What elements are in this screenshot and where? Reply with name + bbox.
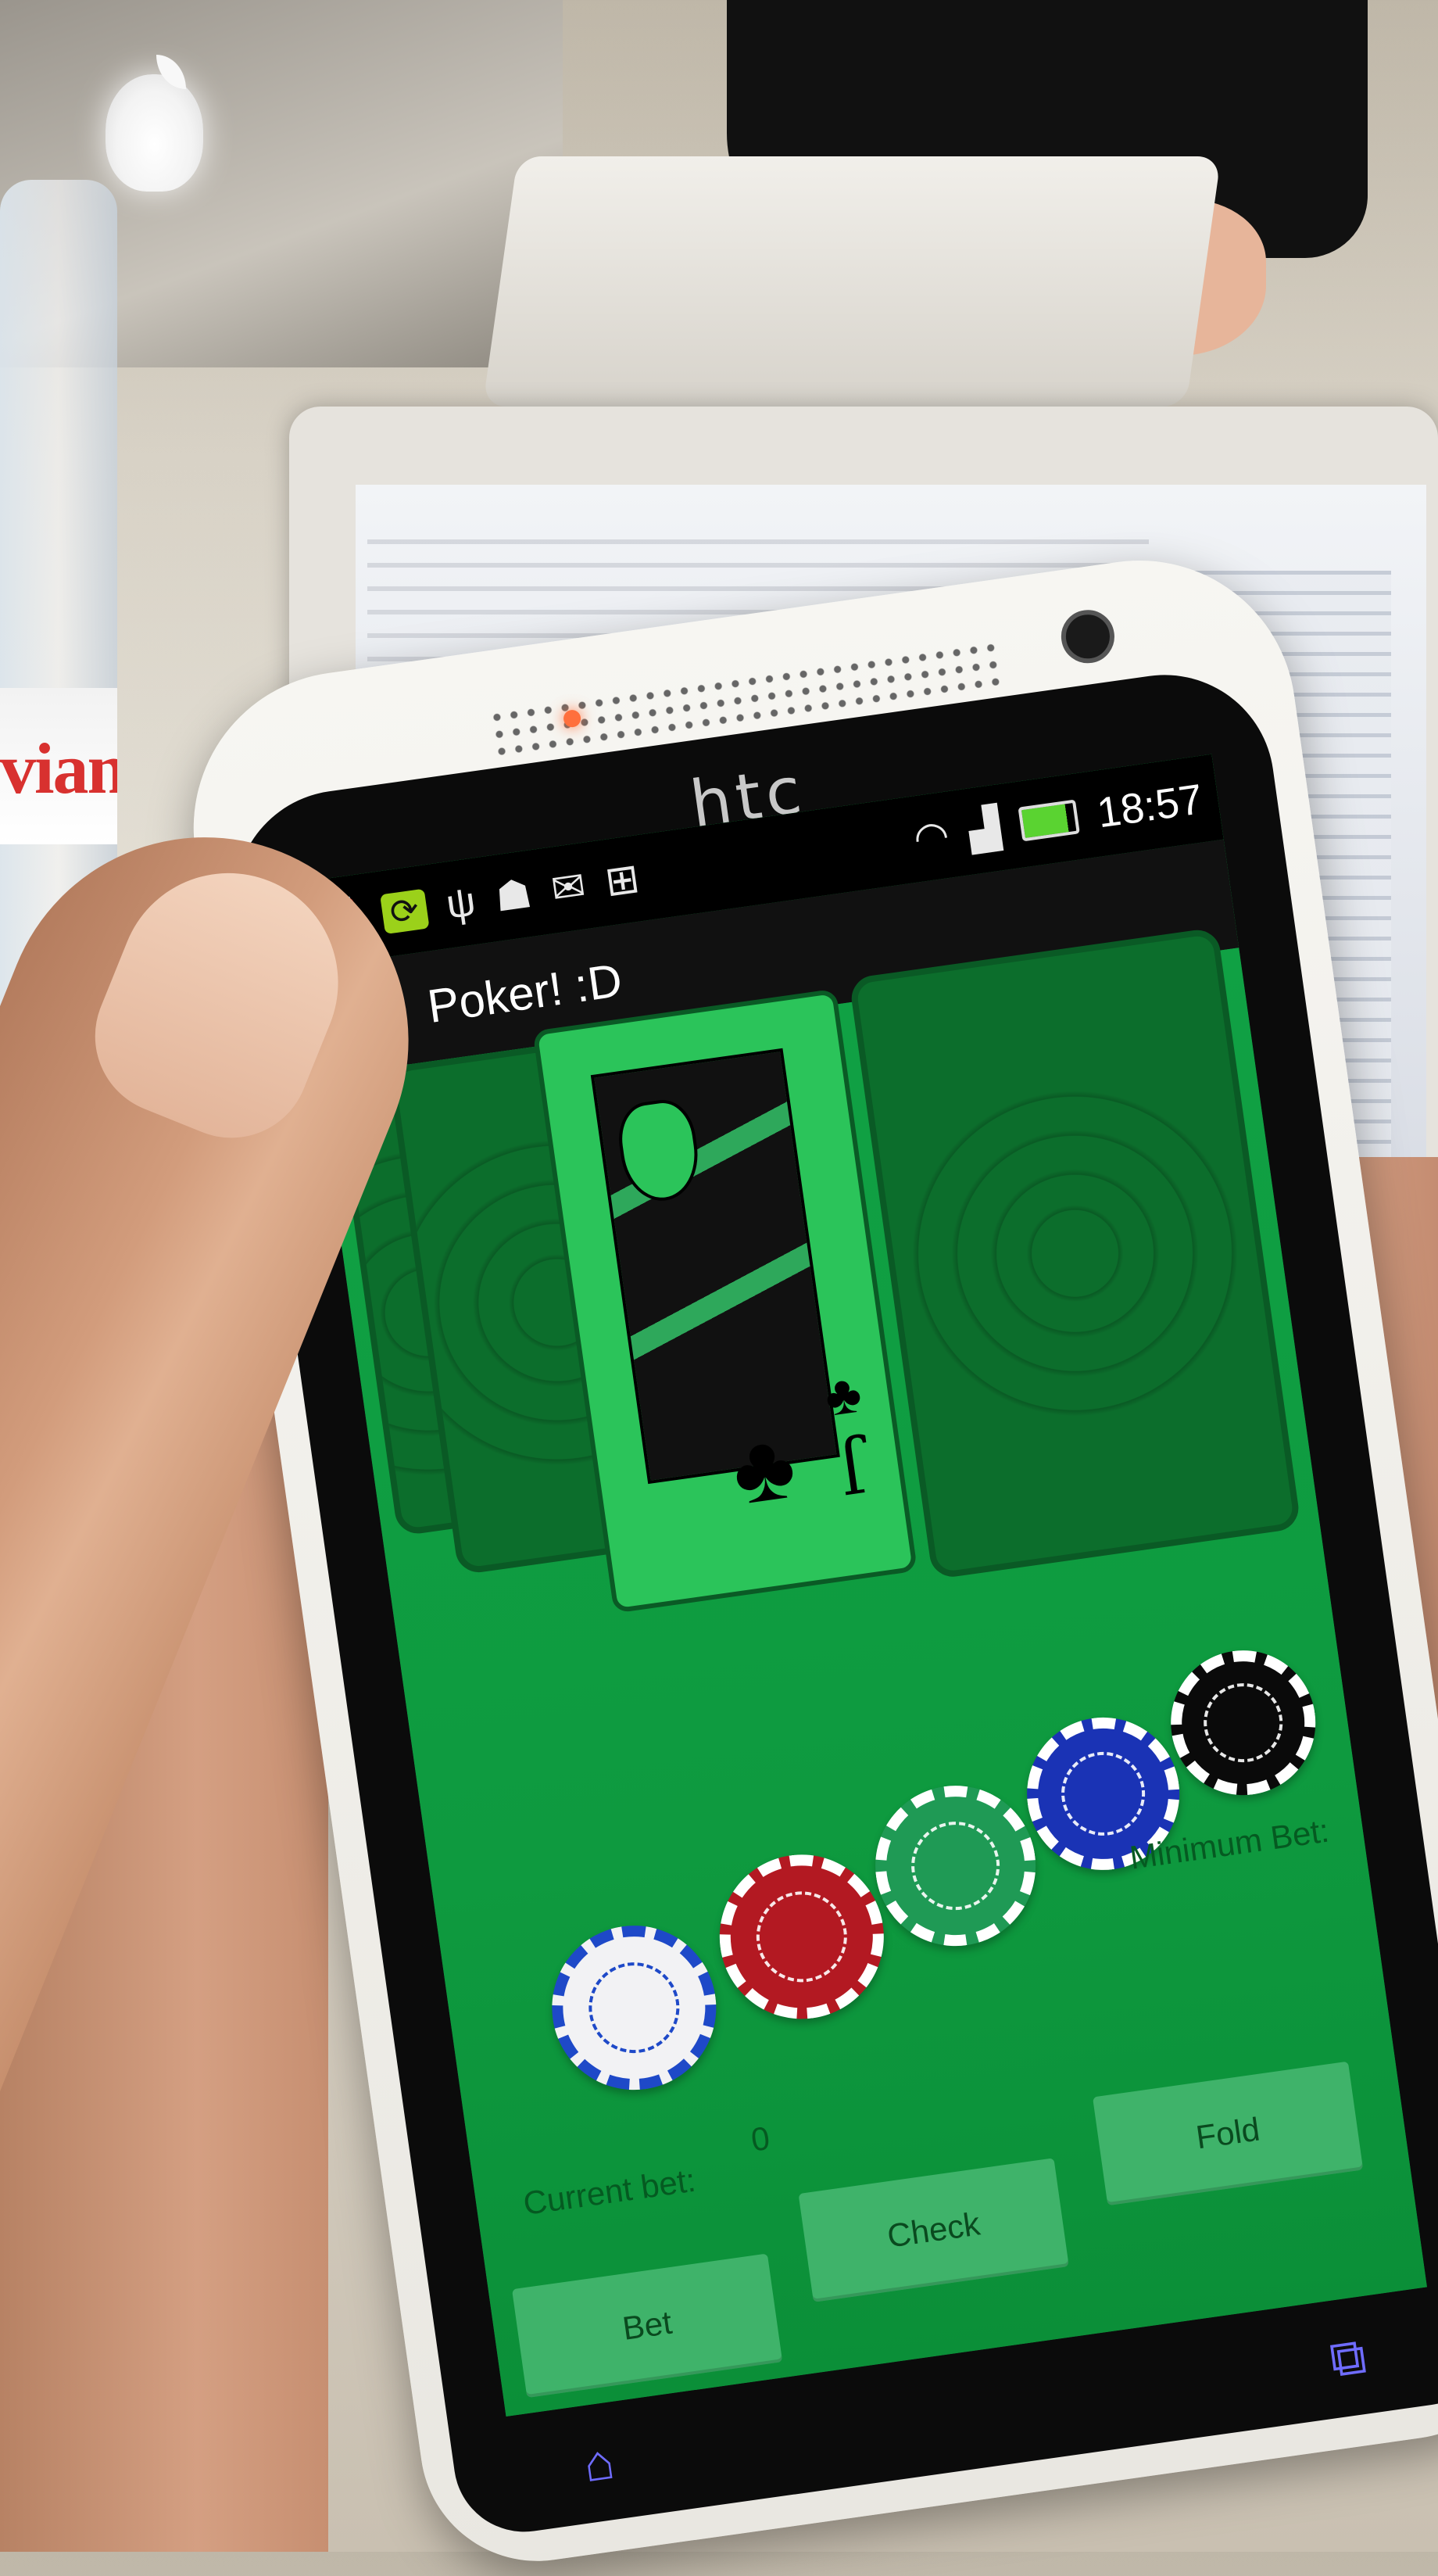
poker-table: ♣ ♣ J Minimum Bet: Current bet: 0 Bet Ch…	[317, 926, 1427, 2417]
wifi-icon: ◠	[910, 811, 953, 862]
sync-icon: ⟳	[379, 888, 430, 934]
check-button[interactable]: Check	[798, 2158, 1069, 2302]
usb-icon: ψ	[443, 878, 479, 928]
chip-red-ring	[750, 1885, 853, 1989]
current-bet-label: Current bet:	[520, 2161, 698, 2223]
status-clock: 18:57	[1094, 776, 1206, 837]
jack-figure	[590, 1048, 840, 1485]
chip-white-ring	[582, 1956, 686, 2059]
bottle-brand: vian	[0, 729, 117, 805]
card-back-right[interactable]	[848, 926, 1302, 1580]
chip-blue-ring	[1056, 1747, 1150, 1841]
chip-red[interactable]	[709, 1843, 895, 2030]
club-suit-small-icon: ♣	[821, 1362, 866, 1428]
fold-button[interactable]: Fold	[1093, 2061, 1364, 2206]
google-plus-icon: ⊞	[602, 855, 642, 905]
chip-black-ring	[1198, 1678, 1288, 1768]
home-icon[interactable]: ⌂	[580, 2432, 618, 2494]
chip-white[interactable]	[541, 1915, 727, 2101]
recent-apps-icon[interactable]: ⧉	[1326, 2326, 1370, 2389]
signal-icon: ▟	[965, 804, 1003, 854]
gmail-icon: ✉	[548, 863, 588, 913]
bet-button[interactable]: Bet	[511, 2253, 783, 2399]
chip-green-ring	[905, 1815, 1006, 1916]
background-printer	[482, 156, 1222, 407]
current-bet-value: 0	[749, 2119, 772, 2159]
apple-logo-icon	[106, 74, 203, 192]
chip-green[interactable]	[864, 1775, 1046, 1957]
fingernail	[71, 840, 371, 1162]
battery-icon	[1018, 799, 1080, 842]
chip-black[interactable]	[1161, 1641, 1325, 1805]
app-title: Poker! :D	[424, 953, 625, 1033]
android-debug-icon: ☗	[492, 870, 535, 921]
card-rank: J	[835, 1431, 870, 1508]
jack-face	[613, 1095, 704, 1206]
